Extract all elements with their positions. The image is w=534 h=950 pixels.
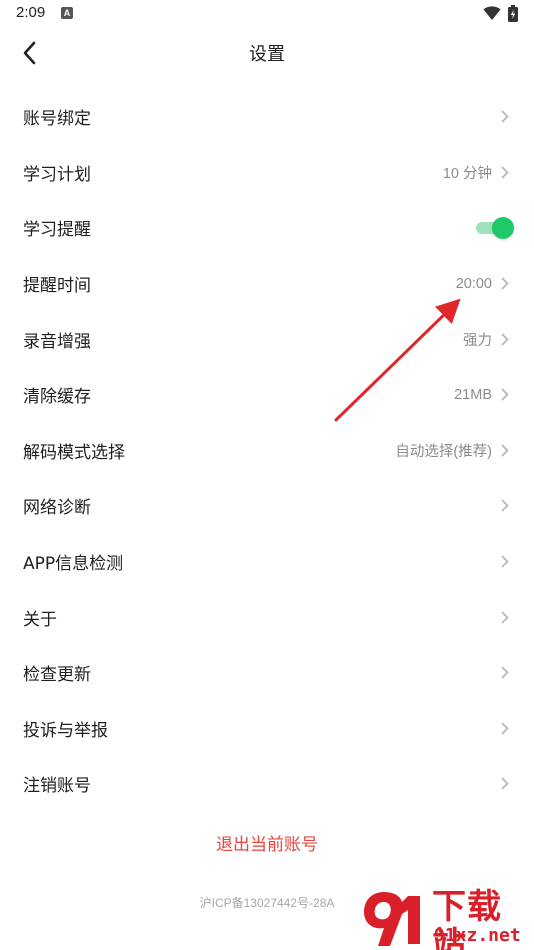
chevron-right-icon bbox=[500, 555, 510, 569]
row-label: 学习计划 bbox=[23, 164, 91, 185]
chevron-right-icon bbox=[500, 443, 510, 457]
page-title: 设置 bbox=[249, 44, 285, 65]
chevron-right-icon bbox=[500, 721, 510, 735]
row-label: 解码模式选择 bbox=[23, 442, 125, 463]
row-value: 21MB bbox=[454, 386, 492, 403]
chevron-right-icon bbox=[500, 777, 510, 791]
chevron-right-icon bbox=[500, 277, 510, 291]
settings-list: 账号绑定 学习计划 10 分钟 学习提醒 提醒时间 20:00 录音增强 强力 … bbox=[0, 89, 534, 812]
settings-row-about[interactable]: 关于 bbox=[0, 589, 534, 645]
chevron-right-icon bbox=[500, 332, 510, 346]
settings-row-check-update[interactable]: 检查更新 bbox=[0, 645, 534, 701]
logout-button[interactable]: 退出当前账号 bbox=[0, 830, 534, 855]
settings-row-recording-enhance[interactable]: 录音增强 强力 bbox=[0, 311, 534, 367]
settings-row-decode-mode[interactable]: 解码模式选择 自动选择(推荐) bbox=[0, 423, 534, 479]
row-label: 关于 bbox=[23, 609, 57, 630]
status-time: 2:09 bbox=[16, 4, 46, 21]
row-label: 检查更新 bbox=[23, 665, 91, 686]
row-value: 强力 bbox=[463, 332, 492, 349]
settings-row-clear-cache[interactable]: 清除缓存 21MB bbox=[0, 367, 534, 423]
settings-row-network-diagnosis[interactable]: 网络诊断 bbox=[0, 478, 534, 534]
row-label: 注销账号 bbox=[23, 776, 91, 797]
row-label: 账号绑定 bbox=[23, 109, 91, 130]
settings-row-app-info-check[interactable]: APP信息检测 bbox=[0, 534, 534, 590]
row-label: 投诉与举报 bbox=[23, 720, 108, 741]
chevron-right-icon bbox=[500, 499, 510, 513]
settings-row-study-reminder: 学习提醒 bbox=[0, 200, 534, 256]
row-label: 录音增强 bbox=[23, 331, 91, 352]
chevron-right-icon bbox=[500, 165, 510, 179]
row-label: 提醒时间 bbox=[23, 276, 91, 297]
chevron-right-icon bbox=[500, 666, 510, 680]
watermark-site: 91xz.net bbox=[434, 925, 521, 946]
wifi-icon bbox=[483, 6, 501, 20]
row-label: 网络诊断 bbox=[23, 498, 91, 519]
icp-record: 沪ICP备13027442号-28A bbox=[199, 896, 335, 910]
row-value: 20:00 bbox=[455, 275, 492, 292]
settings-row-reminder-time[interactable]: 提醒时间 20:00 bbox=[0, 256, 534, 312]
status-bar: 2:09 A bbox=[0, 0, 534, 28]
row-value: 自动选择(推荐) bbox=[395, 443, 492, 460]
row-value: 10 分钟 bbox=[442, 165, 492, 182]
row-label: APP信息检测 bbox=[23, 554, 124, 575]
settings-row-complaint-report[interactable]: 投诉与举报 bbox=[0, 701, 534, 757]
study-reminder-toggle[interactable] bbox=[476, 216, 514, 239]
settings-row-account-binding[interactable]: 账号绑定 bbox=[0, 89, 534, 145]
settings-row-delete-account[interactable]: 注销账号 bbox=[0, 756, 534, 812]
nav-bar: 设置 bbox=[0, 28, 534, 78]
row-label: 清除缓存 bbox=[23, 387, 91, 408]
notification-icon: A bbox=[61, 7, 73, 19]
chevron-right-icon bbox=[500, 110, 510, 124]
settings-row-study-plan[interactable]: 学习计划 10 分钟 bbox=[0, 145, 534, 201]
toggle-knob bbox=[492, 216, 514, 239]
chevron-right-icon bbox=[500, 388, 510, 402]
battery-icon bbox=[508, 5, 518, 22]
chevron-right-icon bbox=[500, 610, 510, 624]
row-label: 学习提醒 bbox=[23, 220, 91, 241]
